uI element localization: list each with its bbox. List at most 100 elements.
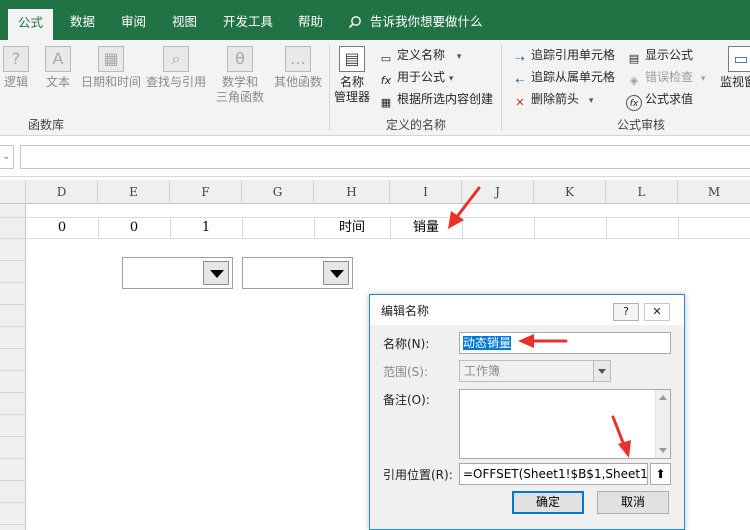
use-in-formula-button[interactable]: fx 用于公式 ▾	[378, 66, 454, 88]
logic-icon: ?	[3, 46, 29, 72]
dialog-title: 编辑名称	[381, 304, 430, 318]
cell-I[interactable]: 销量	[390, 218, 462, 238]
text-button[interactable]: A 文本	[42, 46, 74, 90]
name-input[interactable]: 动态销量	[459, 332, 671, 354]
ribbon: ? 逻辑 A 文本 ▦ 日期和时间 ⌕ 查找与引用 θ 数学和 三角函数 … 其…	[0, 40, 750, 136]
create-from-selection-button[interactable]: ▦ 根据所选内容创建	[378, 88, 493, 110]
column-header-bar: D E F G H I J K L M	[0, 180, 750, 204]
chevron-down-icon: ▾	[456, 52, 462, 62]
remove-arrows-button[interactable]: ✕ 删除箭头 ▾	[512, 88, 593, 110]
scroll-up-icon[interactable]	[659, 395, 667, 400]
cell-H[interactable]: 时间	[314, 218, 390, 238]
cell-E[interactable]: 0	[98, 218, 170, 238]
column-gridline	[534, 218, 535, 238]
dialog-help-button[interactable]: ?	[613, 303, 639, 321]
dropdown-arrow-icon[interactable]	[323, 261, 349, 285]
remove-arrows-icon: ✕	[515, 96, 525, 109]
cancel-button[interactable]: 取消	[597, 491, 669, 514]
row-divider	[0, 370, 26, 371]
cell-G[interactable]	[242, 218, 314, 238]
column-header[interactable]: G	[242, 180, 314, 204]
trace-precedents-button[interactable]: ⇢ 追踪引用单元格	[512, 44, 615, 66]
lightbulb-icon	[348, 16, 361, 29]
refers-to-label: 引用位置(R):	[383, 468, 453, 482]
theta-icon: θ	[227, 46, 253, 72]
scope-value: 工作簿	[464, 364, 501, 378]
row-header-bar	[0, 204, 26, 530]
watch-window-icon: ▭	[728, 46, 750, 72]
refers-to-input[interactable]: =OFFSET(Sheet1!$B$1,Sheet1!$	[459, 463, 648, 485]
combo-box-1[interactable]	[122, 257, 233, 289]
tab-developer[interactable]: 开发工具	[223, 10, 273, 34]
column-header[interactable]: M	[678, 180, 750, 204]
ok-button[interactable]: 确定	[512, 491, 584, 514]
column-gridline	[678, 218, 679, 238]
collapse-dialog-button[interactable]: ⬆	[650, 463, 671, 485]
more-functions-icon: …	[285, 46, 311, 72]
tab-data[interactable]: 数据	[70, 10, 95, 34]
trace-dependents-button[interactable]: ⇠ 追踪从属单元格	[512, 66, 615, 88]
cell-F[interactable]: 1	[170, 218, 242, 238]
cell-D[interactable]: 0	[26, 218, 98, 238]
dropdown-arrow-icon[interactable]	[203, 261, 229, 285]
calendar-icon: ▦	[98, 46, 124, 72]
column-header[interactable]: E	[98, 180, 170, 204]
chevron-down-icon: ▾	[700, 74, 706, 84]
evaluate-formula-icon: fx	[626, 95, 642, 111]
group-separator	[329, 44, 330, 130]
tab-view[interactable]: 视图	[172, 10, 197, 34]
more-functions-button[interactable]: … 其他函数	[272, 46, 324, 90]
comment-scrollbar[interactable]	[655, 390, 670, 458]
chevron-down-icon: ▾	[448, 74, 454, 84]
column-header[interactable]: J	[462, 180, 534, 204]
formula-input[interactable]	[20, 145, 750, 169]
tag-icon: ▭	[380, 52, 392, 65]
row-divider	[0, 414, 26, 415]
name-value: 动态销量	[463, 336, 512, 350]
scope-select[interactable]: 工作簿	[459, 360, 611, 382]
column-header[interactable]: I	[390, 180, 462, 204]
group-label-formula-auditing: 公式审核	[617, 118, 666, 132]
select-all-corner[interactable]	[0, 180, 26, 204]
row-divider	[0, 392, 26, 393]
group-label-function-library: 函数库	[28, 118, 65, 132]
dialog-close-button[interactable]: ✕	[644, 303, 670, 321]
row-divider	[0, 238, 26, 239]
row-divider	[0, 480, 26, 481]
logic-button[interactable]: ? 逻辑	[0, 46, 32, 90]
row-divider	[0, 282, 26, 283]
tell-me-text: 告诉我你想要做什么	[370, 14, 483, 29]
tab-help[interactable]: 帮助	[298, 10, 323, 34]
evaluate-formula-button[interactable]: fx 公式求值	[626, 88, 693, 111]
name-manager-button[interactable]: ▤ 名称 管理器	[334, 46, 370, 105]
datetime-button[interactable]: ▦ 日期和时间	[78, 46, 144, 90]
column-header[interactable]: K	[534, 180, 606, 204]
column-header[interactable]: L	[606, 180, 678, 204]
tab-formulas[interactable]: 公式	[8, 9, 54, 40]
show-formulas-button[interactable]: ▤ 显示公式	[626, 44, 693, 66]
column-header[interactable]: F	[170, 180, 242, 204]
lookup-icon: ⌕	[163, 46, 189, 72]
edit-name-dialog: 编辑名称 ? ✕ 名称(N): 动态销量 范围(S): 工作簿 备注(O): 引…	[369, 294, 685, 530]
chevron-down-icon	[593, 361, 610, 381]
watch-window-button[interactable]: ▭ 监视窗	[720, 46, 750, 90]
group-separator	[501, 44, 502, 130]
name-box-edge[interactable]: ⌄	[0, 145, 14, 169]
group-label-defined-names: 定义的名称	[386, 118, 447, 132]
scroll-down-icon[interactable]	[659, 448, 667, 453]
column-header[interactable]: H	[314, 180, 390, 204]
comment-textarea[interactable]	[459, 389, 671, 459]
dialog-title-bar[interactable]: 编辑名称 ? ✕	[370, 295, 684, 325]
column-header[interactable]: D	[26, 180, 98, 204]
tab-review[interactable]: 审阅	[121, 10, 146, 34]
error-checking-button[interactable]: ◈ 错误检查 ▾	[626, 66, 706, 88]
column-gridline	[462, 218, 463, 238]
trace-precedents-icon: ⇢	[515, 52, 525, 65]
lookup-button[interactable]: ⌕ 查找与引用	[146, 46, 206, 90]
combo-box-2[interactable]	[242, 257, 353, 289]
math-trig-button[interactable]: θ 数学和 三角函数	[210, 46, 270, 105]
error-checking-icon: ◈	[629, 74, 639, 87]
define-name-button[interactable]: ▭ 定义名称 ▾	[378, 44, 462, 66]
chevron-down-icon: ▾	[588, 96, 594, 106]
fx-icon: fx	[380, 74, 392, 87]
